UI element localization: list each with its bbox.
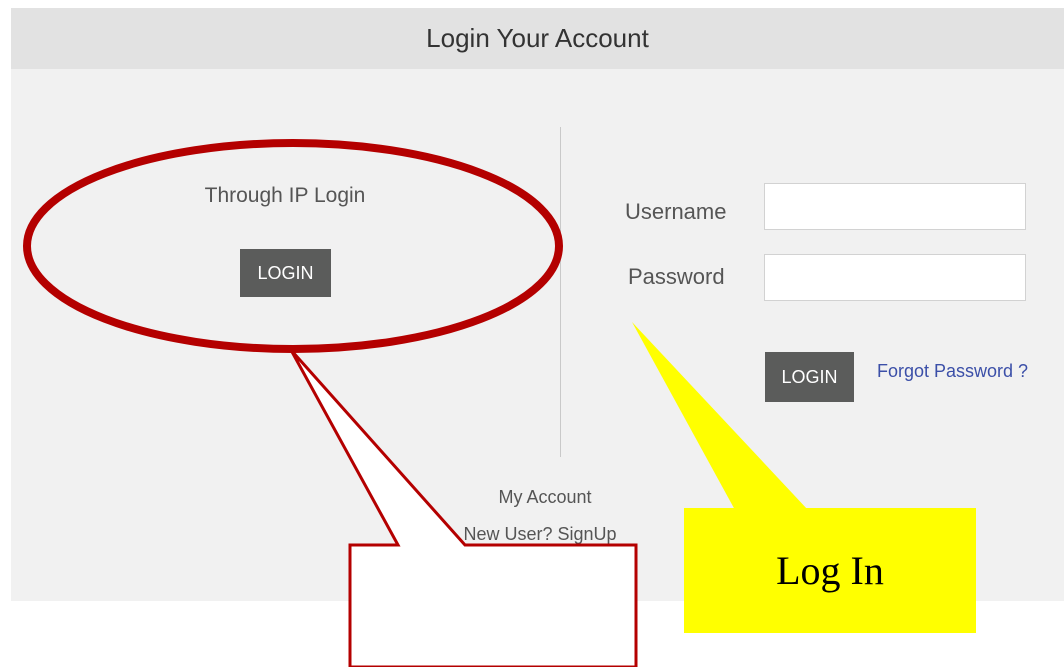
my-account-link[interactable]: My Account — [425, 487, 665, 508]
username-input[interactable] — [764, 183, 1026, 230]
ip-login-button[interactable]: LOGIN — [240, 249, 331, 297]
username-label: Username — [625, 199, 727, 224]
vertical-divider — [560, 127, 561, 457]
password-label: Password — [628, 264, 725, 289]
login-button[interactable]: LOGIN — [765, 352, 854, 402]
login-panel: Login Your Account — [11, 8, 1064, 601]
ip-login-label: Through IP Login — [204, 184, 366, 207]
password-input[interactable] — [764, 254, 1026, 301]
panel-title: Login Your Account — [11, 8, 1064, 69]
forgot-password-link[interactable]: Forgot Password ? — [877, 361, 1028, 382]
page: Login Your Account Through IP Login LOGI… — [0, 0, 1064, 667]
signup-link[interactable]: New User? SignUp — [420, 524, 660, 545]
